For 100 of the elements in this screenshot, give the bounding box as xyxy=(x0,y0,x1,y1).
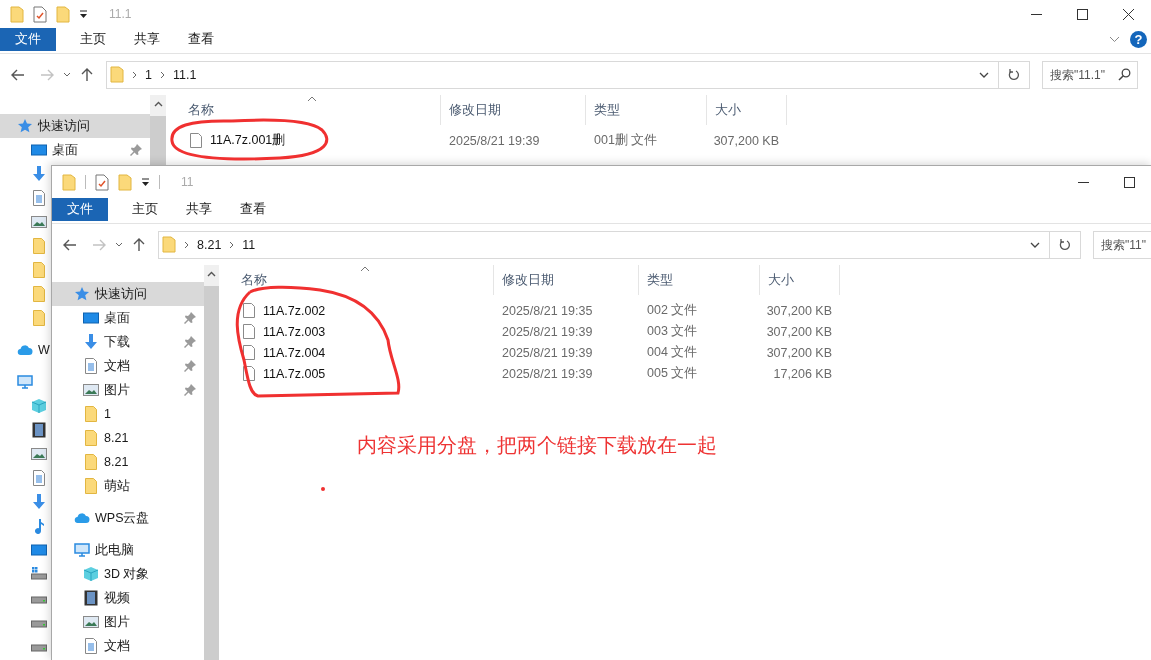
ribbon-tab[interactable]: 主页 xyxy=(118,198,172,221)
sidebar-item[interactable]: W xyxy=(0,338,52,362)
scrollbar[interactable] xyxy=(150,95,166,165)
column-header[interactable]: 名称 xyxy=(219,265,494,295)
column-header[interactable]: 大小 xyxy=(760,265,840,295)
sidebar-item[interactable]: WPS云盘 xyxy=(52,506,204,530)
folder-icon xyxy=(83,430,99,446)
breadcrumb-item[interactable]: 1 xyxy=(145,67,152,82)
file-icon xyxy=(243,366,255,381)
chevron-icon[interactable] xyxy=(979,71,989,78)
sidebar-item[interactable]: 快速访问 xyxy=(0,114,150,138)
pin-icon[interactable] xyxy=(184,360,196,372)
file-name[interactable]: 11A.7z.001删 xyxy=(210,132,286,149)
sidebar-item[interactable]: 8.21 xyxy=(52,450,204,474)
folder-icon xyxy=(162,236,176,253)
address-bar[interactable]: 8.21 11 xyxy=(158,230,1050,259)
sidebar-item[interactable]: 萌站 xyxy=(52,474,204,498)
scroll-up-icon[interactable] xyxy=(207,271,216,277)
chevron-icon[interactable] xyxy=(63,72,71,77)
desktop-icon xyxy=(31,142,47,158)
up-arrow-icon[interactable] xyxy=(133,237,145,252)
sort-caret-icon xyxy=(307,96,317,102)
download-icon xyxy=(83,334,99,350)
chevron-icon[interactable] xyxy=(159,70,165,79)
file-icon xyxy=(190,133,202,148)
sidebar-item[interactable]: 8.21 xyxy=(52,426,204,450)
sidebar-item[interactable]: 图片 xyxy=(52,610,204,634)
table-cell-text: 001删 文件 xyxy=(593,132,659,149)
table-cell-text: 2025/8/21 19:39 xyxy=(501,345,594,360)
table-cell-text: 003 文件 xyxy=(646,323,699,340)
sidebar-item[interactable]: 3D 对象 xyxy=(52,562,204,586)
ribbon-tab[interactable]: 查看 xyxy=(174,28,228,51)
caret-icon[interactable] xyxy=(79,9,88,19)
back-arrow-icon[interactable] xyxy=(63,238,77,251)
column-header[interactable]: 修改日期 xyxy=(494,265,639,295)
search-icon[interactable] xyxy=(1118,67,1131,81)
sidebar-item[interactable]: 文档 xyxy=(52,634,204,658)
help-button[interactable]: ? xyxy=(1130,31,1147,48)
back-arrow-icon[interactable] xyxy=(11,68,25,81)
column-header[interactable]: 类型 xyxy=(639,265,760,295)
sidebar-item[interactable]: 桌面 xyxy=(52,306,204,330)
table-cell-text: 005 文件 xyxy=(646,365,699,382)
folder-icon xyxy=(83,478,99,494)
maximize-icon xyxy=(1123,176,1135,188)
file-name[interactable]: 11A.7z.005 xyxy=(263,366,326,381)
pin-icon[interactable] xyxy=(130,144,142,156)
close-icon xyxy=(1122,8,1134,20)
ribbon-tab[interactable]: 主页 xyxy=(66,28,120,51)
checklist-icon[interactable] xyxy=(33,5,47,23)
pin-icon[interactable] xyxy=(184,384,196,396)
search-field[interactable]: 搜索"11" xyxy=(1093,230,1151,259)
pin-icon[interactable] xyxy=(184,312,196,324)
ribbon-tab[interactable]: 共享 xyxy=(120,28,174,51)
chevron-icon[interactable] xyxy=(184,240,189,249)
table-cell-text: 307,200 KB xyxy=(765,324,833,339)
window-title: 11 xyxy=(181,175,194,189)
refresh-button[interactable] xyxy=(999,60,1030,89)
file-name[interactable]: 11A.7z.002 xyxy=(263,303,326,318)
sidebar-item[interactable]: 快速访问 xyxy=(52,282,204,306)
column-header[interactable]: 修改日期 xyxy=(441,95,586,125)
folder-icon xyxy=(110,66,124,83)
scrollbar[interactable] xyxy=(204,265,219,660)
refresh-button[interactable] xyxy=(1050,230,1081,259)
file-name[interactable]: 11A.7z.004 xyxy=(263,345,326,360)
sidebar-item[interactable]: 桌面 xyxy=(0,138,150,162)
chevron-icon[interactable] xyxy=(115,242,123,247)
picture-icon xyxy=(83,614,99,630)
column-header[interactable]: 大小 xyxy=(707,95,787,125)
chevron-icon[interactable] xyxy=(229,240,235,249)
sidebar-item[interactable]: 此电脑 xyxy=(52,538,204,562)
file-name[interactable]: 11A.7z.003 xyxy=(263,324,326,339)
sidebar-item[interactable]: 下载 xyxy=(52,330,204,354)
sidebar-item[interactable]: 1 xyxy=(52,402,204,426)
maximize-icon xyxy=(1076,8,1088,20)
chevron-icon[interactable] xyxy=(132,70,137,79)
table-cell-text: 2025/8/21 19:39 xyxy=(448,133,541,148)
breadcrumb-item[interactable]: 11.1 xyxy=(172,67,197,82)
folder-icon xyxy=(83,454,99,470)
checklist-icon[interactable] xyxy=(95,173,109,191)
search-field[interactable]: 搜索"11.1" xyxy=(1042,60,1138,89)
table-cell-text: 2025/8/21 19:35 xyxy=(501,303,594,318)
address-bar[interactable]: 1 11.1 xyxy=(106,60,999,89)
column-header[interactable]: 类型 xyxy=(586,95,707,125)
chevron-icon[interactable] xyxy=(1030,241,1040,248)
breadcrumb-item[interactable]: 8.21 xyxy=(197,237,222,252)
breadcrumb-item[interactable]: 11 xyxy=(242,237,256,252)
sidebar-item[interactable]: 图片 xyxy=(52,378,204,402)
picture-icon xyxy=(83,382,99,398)
ribbon-tab[interactable]: 查看 xyxy=(226,198,280,221)
caret-icon[interactable] xyxy=(141,177,150,187)
pin-icon[interactable] xyxy=(184,336,196,348)
document-icon xyxy=(83,638,99,654)
sidebar-item[interactable]: 文档 xyxy=(52,354,204,378)
up-arrow-icon[interactable] xyxy=(81,67,93,82)
ribbon-tab[interactable]: 共享 xyxy=(172,198,226,221)
column-header[interactable]: 名称 xyxy=(166,95,441,125)
scroll-up-icon[interactable] xyxy=(153,101,163,107)
table-cell-text: 2025/8/21 19:39 xyxy=(501,366,594,381)
sidebar-item[interactable]: 视频 xyxy=(52,586,204,610)
table-cell-text: 307,200 KB xyxy=(712,133,780,148)
